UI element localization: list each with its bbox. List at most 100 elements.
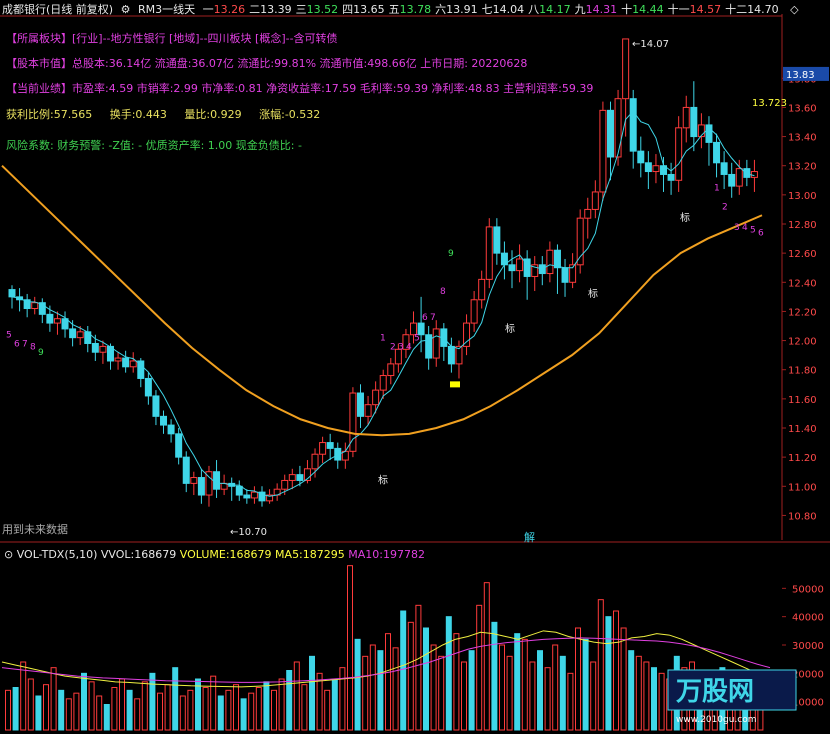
volume-bar [73,692,80,731]
volume-bar [286,670,293,731]
candle-body [682,106,690,129]
volume-bar [88,681,95,731]
candle-body [447,345,455,365]
signal-label: 5 [6,331,12,341]
candle-body [493,226,501,254]
signal-label: 8 [30,342,36,352]
candle-body [114,357,122,362]
candle-body [69,328,77,339]
ma-annotation: 13.723 [752,98,787,109]
volume-bar [248,692,255,731]
candle-body [326,442,334,449]
candle-body [478,278,486,301]
price-tick-label: 13.60 [788,103,817,114]
watermark-text: 万股网 [676,677,754,707]
candle-body [364,404,372,417]
volume-bar [491,621,498,731]
candle-body [372,389,380,406]
volume-bar [324,689,331,731]
candle-body [644,162,652,173]
volume-bar [339,667,346,731]
candle-body [197,477,205,496]
volume-bar [628,650,635,731]
volume-bar [202,687,209,731]
volume-bar [50,667,57,731]
high-annotation: ←14.07 [632,39,669,50]
candle-body [713,141,721,164]
candle-body [243,494,251,499]
candle-body [667,173,675,181]
signal-label: 3 [398,342,404,352]
biao-marker: 标 [378,474,388,486]
candle-body [53,318,61,324]
candle-body [182,456,190,484]
volume-bar [255,687,262,731]
price-tick-label: 11.20 [788,453,817,464]
candle-body [561,267,569,283]
volume-bar [126,689,133,731]
candle-body [546,249,554,275]
volume-bar [119,678,125,731]
signal-label: 6 [422,313,428,323]
volume-bar [362,655,369,731]
candle-body [485,226,493,280]
volume-bar [35,695,42,731]
volume-bar [301,684,308,731]
volume-bar [65,698,72,731]
volume-bar [103,704,110,731]
signal-label: 9 [448,249,454,259]
volume-bar [575,627,581,731]
candle-body [629,98,637,152]
candle-body [235,485,243,496]
candle-body [463,322,471,347]
volume-bar [187,689,194,731]
signal-label: 4 [406,342,412,352]
volume-bar [278,678,285,731]
candle-body [599,109,607,193]
price-tick-label: 13.20 [788,162,817,173]
current-price-label: 13.83 [786,70,815,81]
candle-body [31,302,39,310]
candle-body [319,442,327,455]
candle-body [614,98,622,158]
volume-bar [12,687,19,731]
signal-box [450,381,460,388]
volume-bar [316,672,323,731]
candle-body [652,165,660,173]
candle-body [584,208,592,219]
candle-body [735,168,743,187]
volume-bar [149,672,156,731]
volume-bar [461,661,467,731]
jie-marker: 解 [524,530,535,544]
volume-bar [605,616,612,731]
biao-marker: 标 [505,323,515,335]
volume-bar [240,698,247,731]
volume-tick-label: 30000 [792,641,824,652]
volume-bar [544,667,551,731]
biao-marker: 标 [680,212,690,224]
price-tick-label: 12.40 [788,278,817,289]
price-tick-label: 11.00 [788,482,817,493]
candle-body [720,162,728,175]
candle-body [152,395,160,417]
candle-body [432,328,440,359]
candle-body [160,415,168,426]
low-annotation: ←10.70 [230,527,267,538]
price-tick-label: 12.00 [788,337,817,348]
candle-body [76,331,84,339]
volume-tick-label: 20000 [792,669,824,680]
volume-bar [445,616,452,731]
long-ma-line [1,164,763,437]
volume-bar [385,633,391,731]
volume-bar [468,650,475,731]
volume-tick-label: 10000 [792,698,824,709]
candle-body [516,258,524,272]
volume-bar [293,661,300,731]
candle-body [356,392,364,417]
volume-bar [529,661,536,731]
volume-bar [643,661,650,731]
volume-bar [157,692,163,731]
price-volume-chart[interactable]: 13.8013.6013.4013.2013.0012.8012.6012.40… [0,0,830,734]
price-tick-label: 13.00 [788,191,817,202]
volume-bar [651,667,657,731]
